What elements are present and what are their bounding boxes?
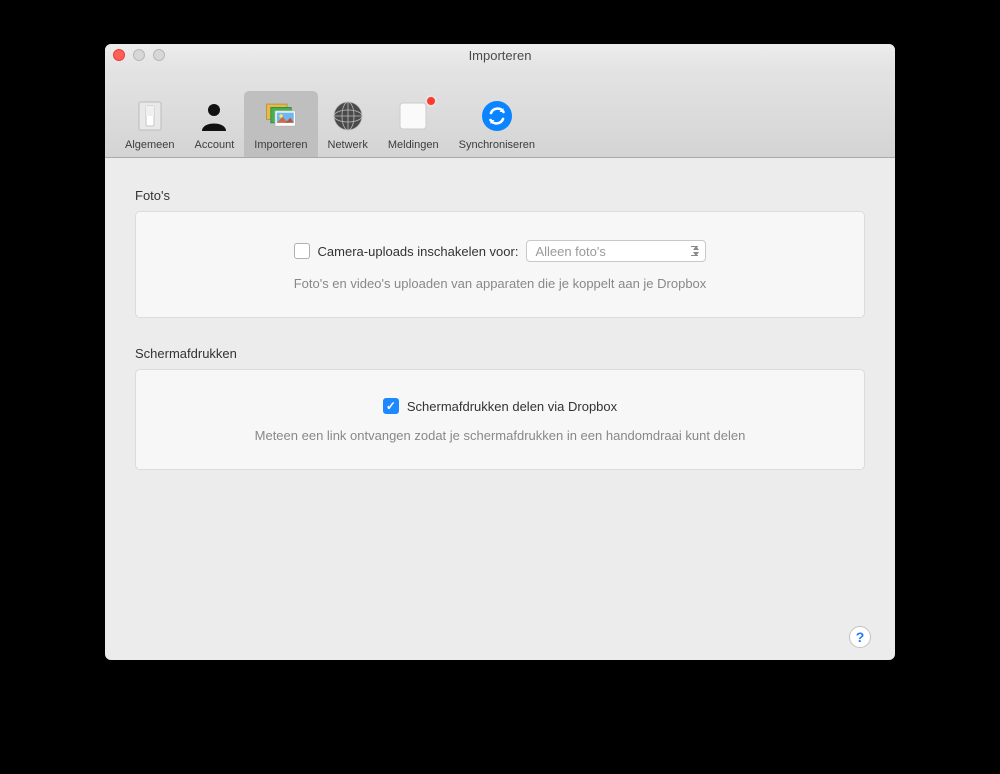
- tab-label: Synchroniseren: [459, 139, 535, 151]
- tab-account[interactable]: Account: [185, 91, 245, 157]
- tab-label: Account: [195, 139, 235, 151]
- close-button[interactable]: [113, 49, 125, 61]
- tab-label: Meldingen: [388, 139, 439, 151]
- screenshots-share-checkbox[interactable]: [383, 398, 399, 414]
- section-title-photos: Foto's: [135, 188, 865, 203]
- person-icon: [197, 99, 231, 133]
- tab-label: Netwerk: [328, 139, 368, 151]
- preferences-window: Importeren Algemeen Account: [105, 44, 895, 660]
- section-title-screenshots: Schermafdrukken: [135, 346, 865, 361]
- photos-panel: Camera-uploads inschakelen voor: Alleen …: [135, 211, 865, 318]
- photos-stack-icon: [264, 99, 298, 133]
- content-area: Foto's Camera-uploads inschakelen voor: …: [105, 158, 895, 660]
- camera-uploads-select[interactable]: Alleen foto's: [526, 240, 706, 262]
- tab-meldingen[interactable]: Meldingen: [378, 91, 449, 157]
- network-globe-icon: [331, 99, 365, 133]
- camera-uploads-label: Camera-uploads inschakelen voor:: [318, 244, 519, 259]
- window-title: Importeren: [113, 48, 887, 63]
- titlebar: Importeren: [105, 44, 895, 66]
- screenshots-hint: Meteen een link ontvangen zodat je scher…: [166, 428, 834, 443]
- select-value: Alleen foto's: [535, 244, 605, 259]
- traffic-lights: [113, 49, 165, 61]
- minimize-button[interactable]: [133, 49, 145, 61]
- screenshots-share-label: Schermafdrukken delen via Dropbox: [407, 399, 617, 414]
- screenshots-row: Schermafdrukken delen via Dropbox: [166, 398, 834, 414]
- tab-algemeen[interactable]: Algemeen: [115, 91, 185, 157]
- camera-uploads-hint: Foto's en video's uploaden van apparaten…: [166, 276, 834, 291]
- help-button[interactable]: ?: [849, 626, 871, 648]
- tab-netwerk[interactable]: Netwerk: [318, 91, 378, 157]
- sync-icon: [480, 99, 514, 133]
- chevron-up-down-icon: [693, 246, 699, 256]
- screenshots-panel: Schermafdrukken delen via Dropbox Meteen…: [135, 369, 865, 470]
- help-icon: ?: [856, 629, 865, 645]
- tab-label: Algemeen: [125, 139, 175, 151]
- notification-badge-icon: [425, 95, 437, 107]
- camera-uploads-checkbox[interactable]: [294, 243, 310, 259]
- toolbar: Algemeen Account: [105, 66, 895, 158]
- switch-icon: [133, 99, 167, 133]
- tab-synchroniseren[interactable]: Synchroniseren: [449, 91, 545, 157]
- tab-importeren[interactable]: Importeren: [244, 91, 317, 157]
- tab-label: Importeren: [254, 139, 307, 151]
- zoom-button[interactable]: [153, 49, 165, 61]
- camera-uploads-row: Camera-uploads inschakelen voor: Alleen …: [166, 240, 834, 262]
